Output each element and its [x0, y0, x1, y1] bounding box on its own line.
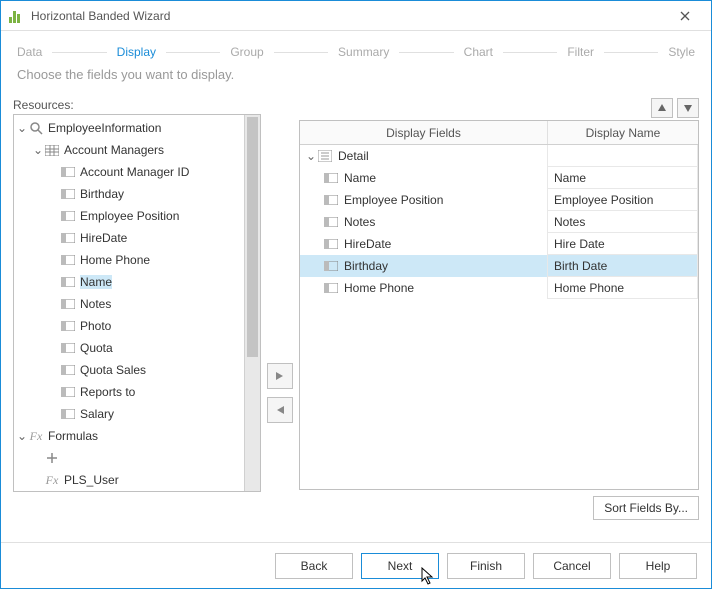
- tree-root[interactable]: ⌄EmployeeInformation: [14, 117, 244, 139]
- grid-row[interactable]: Employee PositionEmployee Position: [300, 189, 698, 211]
- tree-field[interactable]: Name: [14, 271, 244, 293]
- tree-field[interactable]: Employee Position: [14, 205, 244, 227]
- tree-group[interactable]: ⌄Account Managers: [14, 139, 244, 161]
- grid-row[interactable]: NotesNotes: [300, 211, 698, 233]
- step-group[interactable]: Group: [230, 45, 263, 59]
- wizard-steps: Data Display Group Summary Chart Filter …: [1, 31, 711, 67]
- add-button[interactable]: [267, 363, 293, 389]
- display-fields-grid[interactable]: Display Fields Display Name ⌄DetailNameN…: [299, 120, 699, 490]
- grid-row[interactable]: HireDateHire Date: [300, 233, 698, 255]
- step-summary[interactable]: Summary: [338, 45, 389, 59]
- step-display[interactable]: Display: [117, 45, 156, 59]
- col-display-fields[interactable]: Display Fields: [300, 121, 548, 144]
- scrollbar[interactable]: [244, 115, 260, 491]
- grid-row[interactable]: NameName: [300, 167, 698, 189]
- tree-field[interactable]: Notes: [14, 293, 244, 315]
- close-icon[interactable]: [665, 2, 705, 30]
- tree-field[interactable]: Reports to: [14, 381, 244, 403]
- tree-new-formula[interactable]: [14, 447, 244, 469]
- grid-row[interactable]: Home PhoneHome Phone: [300, 277, 698, 299]
- app-icon: [9, 9, 23, 23]
- help-button[interactable]: Help: [619, 553, 697, 579]
- window-title: Horizontal Banded Wizard: [31, 9, 170, 23]
- move-up-button[interactable]: [651, 98, 673, 118]
- move-down-button[interactable]: [677, 98, 699, 118]
- step-style[interactable]: Style: [668, 45, 695, 59]
- tree-field[interactable]: Quota: [14, 337, 244, 359]
- tree-field[interactable]: Birthday: [14, 183, 244, 205]
- finish-button[interactable]: Finish: [447, 553, 525, 579]
- back-button[interactable]: Back: [275, 553, 353, 579]
- step-chart[interactable]: Chart: [464, 45, 493, 59]
- tree-field[interactable]: Photo: [14, 315, 244, 337]
- remove-button[interactable]: [267, 397, 293, 423]
- footer: Back Next Finish Cancel Help: [1, 542, 711, 588]
- tree-formula-item[interactable]: FxPLS_User: [14, 469, 244, 491]
- tree-field[interactable]: Account Manager ID: [14, 161, 244, 183]
- grid-detail-row[interactable]: ⌄Detail: [300, 145, 698, 167]
- page-subtitle: Choose the fields you want to display.: [1, 67, 711, 98]
- col-display-name[interactable]: Display Name: [548, 121, 698, 144]
- tree-formulas[interactable]: ⌄FxFormulas: [14, 425, 244, 447]
- sort-fields-button[interactable]: Sort Fields By...: [593, 496, 699, 520]
- cancel-button[interactable]: Cancel: [533, 553, 611, 579]
- tree-field[interactable]: Quota Sales: [14, 359, 244, 381]
- step-filter[interactable]: Filter: [567, 45, 594, 59]
- tree-field[interactable]: Home Phone: [14, 249, 244, 271]
- titlebar: Horizontal Banded Wizard: [1, 1, 711, 31]
- step-data[interactable]: Data: [17, 45, 42, 59]
- next-button[interactable]: Next: [361, 553, 439, 579]
- tree-field[interactable]: HireDate: [14, 227, 244, 249]
- resources-label: Resources:: [13, 98, 261, 114]
- resources-tree[interactable]: ⌄EmployeeInformation⌄Account ManagersAcc…: [13, 114, 261, 492]
- tree-field[interactable]: Salary: [14, 403, 244, 425]
- grid-row[interactable]: BirthdayBirth Date: [300, 255, 698, 277]
